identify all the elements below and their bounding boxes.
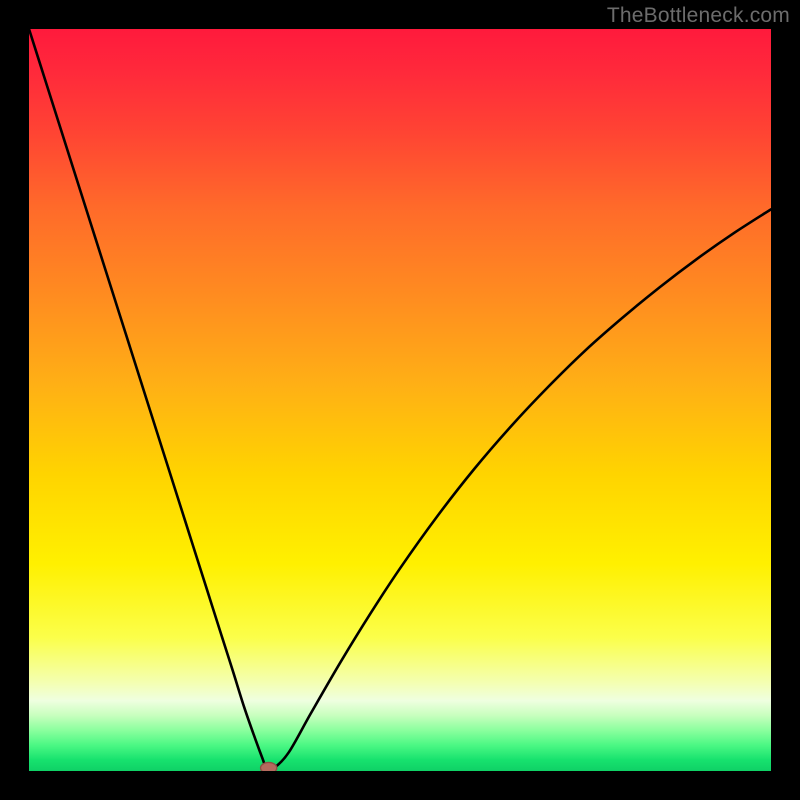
gradient-background <box>29 29 771 771</box>
gradient-chart <box>29 29 771 771</box>
plot-area <box>29 29 771 771</box>
watermark-text: TheBottleneck.com <box>607 4 790 28</box>
optimal-marker <box>261 762 277 771</box>
chart-frame: TheBottleneck.com <box>0 0 800 800</box>
